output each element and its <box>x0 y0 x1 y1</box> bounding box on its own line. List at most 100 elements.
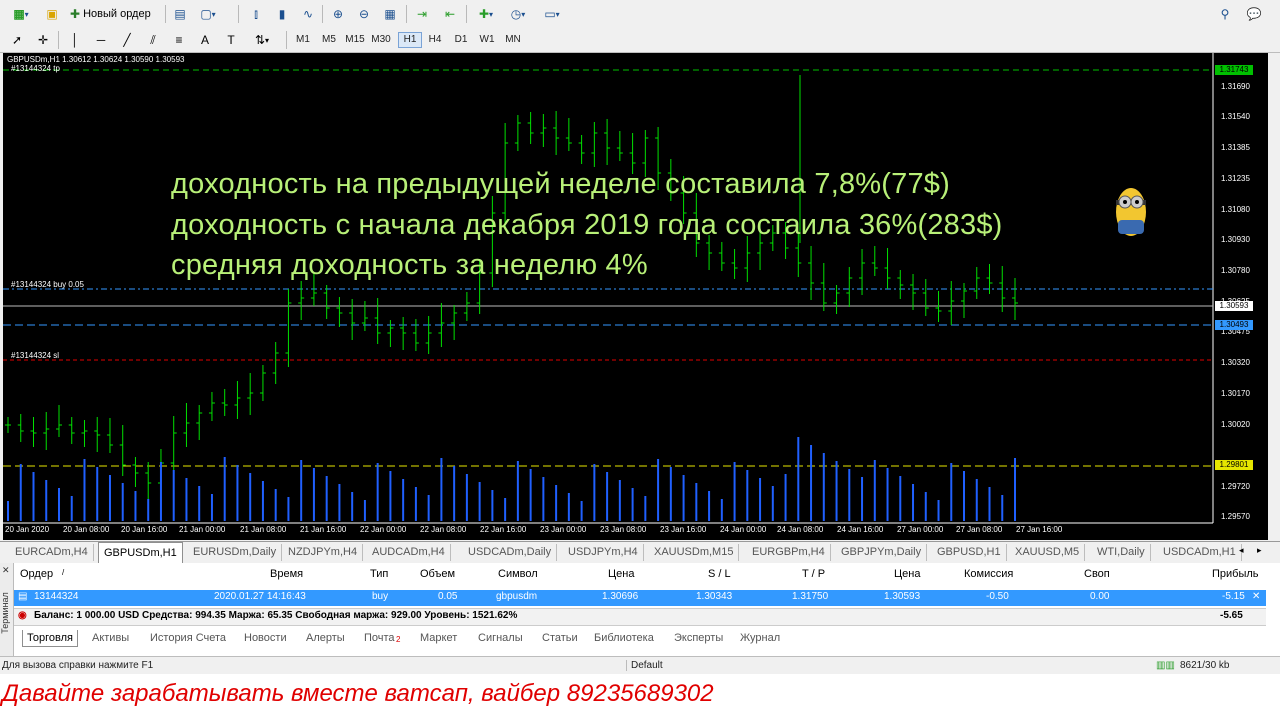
table-row[interactable]: ▤ 13144324 2020.01.27 14:16:43 buy 0.05 … <box>14 590 1266 606</box>
terminal-tab[interactable]: Эксперты <box>670 630 727 646</box>
terminal-tab[interactable]: Сигналы <box>474 630 527 646</box>
horizontal-line-tool[interactable]: ─ <box>92 30 110 50</box>
col-type[interactable]: Тип <box>370 568 388 580</box>
timeframe-w1-button[interactable]: W1 <box>476 32 498 48</box>
time-tick-label: 22 Jan 16:00 <box>480 525 527 534</box>
chart-tab[interactable]: AUDCADm,H4 <box>367 544 451 561</box>
col-time[interactable]: Время <box>270 568 303 580</box>
market-watch-button[interactable]: ▤ <box>170 4 190 24</box>
profiles-button[interactable]: ▣ <box>42 4 62 24</box>
terminal-tab[interactable]: Маркет <box>416 630 461 646</box>
tile-windows-button[interactable]: ▦ <box>380 4 400 24</box>
price-tag-yellow: 1.29801 <box>1215 460 1253 470</box>
chart-tab[interactable]: USDJPYm,H4 <box>563 544 644 561</box>
connection-icon: ▥▥ <box>1156 660 1175 671</box>
timeframe-mn-button[interactable]: MN <box>502 32 524 48</box>
price-tag-tp: 1.31743 <box>1215 65 1253 75</box>
close-icon[interactable]: ✕ <box>2 565 10 576</box>
tabs-scroll-right-icon[interactable]: ▸ <box>1257 545 1262 556</box>
templates-icon: ▭ <box>544 7 556 21</box>
chart-tab[interactable]: XAUUSDm,M15 <box>649 544 740 561</box>
terminal-tab[interactable]: Активы <box>88 630 133 646</box>
crosshair-tool[interactable]: ✛ <box>34 30 52 50</box>
timeframe-d1-button[interactable]: D1 <box>450 32 472 48</box>
col-symbol[interactable]: Символ <box>498 568 538 580</box>
col-sl[interactable]: S / L <box>708 568 731 580</box>
arrows-tool[interactable]: ⇅ ▾ <box>248 30 276 50</box>
col-order[interactable]: Ордер <box>20 568 53 580</box>
terminal-tab[interactable]: Почта <box>360 630 399 646</box>
price-chart[interactable]: GBPUSDm,H1 1.30612 1.30624 1.30590 1.305… <box>3 53 1268 540</box>
candle-chart-button[interactable]: ▮ <box>272 4 292 24</box>
chart-tab[interactable]: USDCADm,H1 <box>1158 544 1242 561</box>
chart-tab[interactable]: EURUSDm,Daily <box>188 544 283 561</box>
drawing-toolbar: ➚ ✛ │ ─ ╱ ⫽ ≡ A T ⇅ ▾ M1 M5 M15 M30 H1 H4 D1 W1 M… <box>0 28 1280 53</box>
trendline-tool[interactable]: ╱ <box>118 30 136 50</box>
label-tool[interactable]: T <box>222 30 240 50</box>
auto-scroll-button[interactable]: ⇥ <box>412 4 432 24</box>
col-swap[interactable]: Своп <box>1084 568 1110 580</box>
col-profit[interactable]: Прибыль <box>1212 568 1259 580</box>
chart-shift-button[interactable]: ⇤ <box>440 4 460 24</box>
timeframe-h4-button[interactable]: H4 <box>424 32 446 48</box>
cursor-tool[interactable]: ➚ <box>8 30 26 50</box>
row-price: 1.30696 <box>602 591 639 602</box>
chart-tab[interactable]: NZDJPYm,H4 <box>283 544 364 561</box>
indicators-button[interactable]: ✚ ▾ <box>472 4 500 24</box>
timeframe-m5-button[interactable]: M5 <box>318 32 340 48</box>
terminal-tab[interactable]: Торговля <box>22 630 78 647</box>
col-volume[interactable]: Объем <box>420 568 455 580</box>
zoom-in-button[interactable]: ⊕ <box>328 4 348 24</box>
chart-tab[interactable]: GBPUSD,H1 <box>932 544 1007 561</box>
price-tick-label: 1.31540 <box>1221 112 1250 121</box>
chart-tab[interactable]: EURGBPm,H4 <box>747 544 831 561</box>
col-commission[interactable]: Комиссия <box>964 568 1013 580</box>
channel-tool[interactable]: ⫽ <box>144 30 162 50</box>
tabs-scroll-left-icon[interactable]: ◂ <box>1239 545 1244 556</box>
vertical-line-tool[interactable]: │ <box>66 30 84 50</box>
price-tag-buy: 1.30493 <box>1215 320 1253 330</box>
close-order-icon[interactable]: ✕ <box>1252 591 1260 602</box>
text-tool[interactable]: A <box>196 30 214 50</box>
zoom-out-button[interactable]: ⊖ <box>354 4 374 24</box>
col-price2[interactable]: Цена <box>894 568 920 580</box>
terminal-tab[interactable]: Алерты <box>302 630 349 646</box>
price-tag-current: 1.30593 <box>1215 301 1253 311</box>
search-button[interactable]: ⚲ <box>1216 4 1234 24</box>
timeframe-m15-button[interactable]: M15 <box>344 32 366 48</box>
new-order-icon: ✚ <box>70 7 81 21</box>
chart-tab[interactable]: GBPJPYm,Daily <box>836 544 928 561</box>
timeframe-h1-button[interactable]: H1 <box>398 32 422 48</box>
chart-tab[interactable]: WTI,Daily <box>1092 544 1151 561</box>
window-button[interactable]: ▢ ▾ <box>194 4 222 24</box>
new-order-button[interactable]: ✚ Новый ордер <box>70 4 162 24</box>
col-price[interactable]: Цена <box>608 568 634 580</box>
chart-tab[interactable]: USDCADm,Daily <box>463 544 558 561</box>
terminal-tab[interactable]: Библиотека <box>590 630 658 646</box>
new-chart-button[interactable]: ▦ ▾ <box>6 4 36 24</box>
chart-scrollbar[interactable] <box>1269 53 1280 540</box>
timeframe-m30-button[interactable]: M30 <box>370 32 392 48</box>
candle-chart-icon: ▮ <box>278 7 286 21</box>
terminal-tab[interactable]: Новости <box>240 630 291 646</box>
periods-button[interactable]: ◷ ▾ <box>504 4 532 24</box>
terminal-tab[interactable]: История Счета <box>146 630 230 646</box>
terminal-tab[interactable]: Журнал <box>736 630 784 646</box>
time-tick-label: 24 Jan 16:00 <box>837 525 884 534</box>
time-tick-label: 23 Jan 00:00 <box>540 525 587 534</box>
chart-tab[interactable]: EURCADm,H4 <box>10 544 94 561</box>
fibonacci-tool[interactable]: ≡ <box>170 30 188 50</box>
status-profile: Default <box>626 660 663 671</box>
templates-button[interactable]: ▭ ▾ <box>538 4 566 24</box>
line-chart-button[interactable]: ∿ <box>298 4 318 24</box>
time-tick-label: 21 Jan 00:00 <box>179 525 226 534</box>
chart-canvas[interactable] <box>3 53 1268 540</box>
col-tp[interactable]: T / P <box>802 568 825 580</box>
timeframe-m1-button[interactable]: M1 <box>292 32 314 48</box>
chart-tab[interactable]: XAUUSD,M5 <box>1010 544 1086 561</box>
promo-text: Давайте зарабатывать вместе ватсап, вайб… <box>2 680 714 707</box>
terminal-tab[interactable]: Статьи <box>538 630 582 646</box>
chart-tab[interactable]: GBPUSDm,H1 <box>98 542 183 563</box>
chat-button[interactable]: 💬 <box>1242 4 1266 24</box>
bar-chart-button[interactable]: ⫾ <box>246 4 266 24</box>
